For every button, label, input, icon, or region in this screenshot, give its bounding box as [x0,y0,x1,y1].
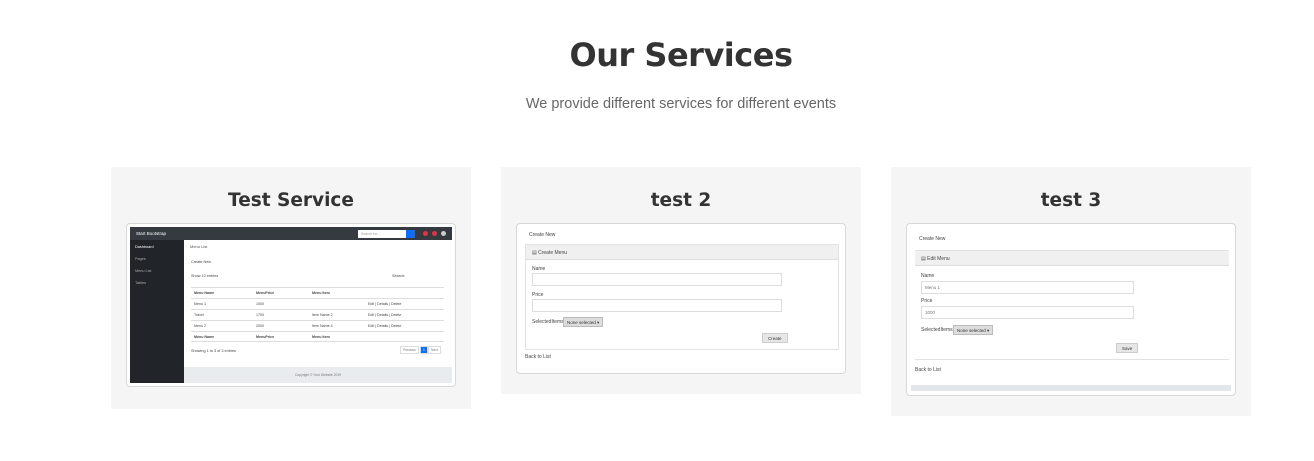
price-field: 1000 [921,306,1134,319]
table-header: Menu Name MenuPrice Menu Item [191,287,444,298]
table-footer: Menu Name MenuPrice Menu Item [191,331,444,342]
name-label: Name [921,273,935,279]
save-button: Save [1116,343,1139,353]
show-entries: Show 10 entries [191,274,219,278]
app-topbar: Start Bootstrap Search for... [130,227,452,240]
sidebar-item: Pages [135,257,146,261]
service-card-2[interactable]: test 2 Create New ▤ Create Menu Name Pri… [501,167,861,394]
table-row: Menu 2 2000 Item Name 4 Edit | Details |… [191,320,444,331]
price-field [532,299,782,312]
sidebar-item: Dashboard [135,245,154,249]
app-sidebar: Dashboard Pages Menu List Tables [130,240,184,383]
name-field: Menu 1 [921,281,1134,294]
create-button: Create [762,333,788,343]
selected-items-label: SelectedItems [921,327,953,333]
selected-items-dropdown: None selected ▾ [563,317,604,327]
service-card-3[interactable]: test 3 Create New ▤ Edit Menu Name Menu … [891,167,1251,416]
app-footer: Copyright © Your Website 2019 [184,367,452,383]
back-to-list-link: Back to List [525,354,551,360]
price-label: Price [532,292,544,298]
name-field [532,273,782,286]
service-screenshot: Create New ▤ Create Menu Name Price Sele… [516,223,846,374]
user-icon [441,231,446,236]
pager-next: Next [428,346,441,354]
form-panel: ▤ Edit Menu Name Menu 1 Price 1000 Selec… [915,250,1229,360]
sidebar-item: Tables [135,281,146,285]
selected-items-dropdown: None selected ▾ [953,325,994,335]
table-search-label: Search: [392,274,406,278]
pager-page: 1 [420,346,428,354]
tab-menu-list: Menu List [190,244,208,249]
app-brand: Start Bootstrap [136,231,167,236]
service-screenshot: Create New ▤ Edit Menu Name Menu 1 Price… [906,223,1236,396]
section-title: Our Services [569,36,793,74]
sidebar-item: Menu List [135,269,152,273]
price-label: Price [921,298,933,304]
service-screenshot: Start Bootstrap Search for... Dashboard … [126,223,456,387]
service-card-1[interactable]: Test Service Start Bootstrap Search for.… [111,167,471,409]
table-row: Menu 1 1000 Edit | Details | Delete [191,298,444,309]
name-label: Name [532,266,546,272]
footer-bar [911,385,1231,391]
form-panel: ▤ Create Menu Name Price SelectedItems N… [525,244,839,350]
bell-icon [423,231,428,236]
service-card-title: test 2 [650,190,712,211]
form-panel-header: ▤ Edit Menu [915,251,1229,266]
search-icon [406,230,415,238]
section-subtitle: We provide different services for differ… [525,96,837,112]
service-card-title: test 3 [1040,190,1102,211]
table-row: Travel 1700 Item Name 2 Edit | Details |… [191,309,444,320]
app-main: Menu List Create New Show 10 entries Sea… [184,240,452,383]
create-new-link: Create New [529,232,556,238]
search-input: Search for... [358,230,406,238]
section-heading: Our Services [0,36,1314,74]
pager-previous: Previous [400,346,419,354]
selected-items-label: SelectedItems [532,319,564,325]
showing-entries: Showing 1 to 3 of 3 entries [191,349,236,353]
create-new-link: Create New [919,236,946,242]
service-card-title: Test Service [228,190,354,211]
form-panel-header: ▤ Create Menu [526,245,838,260]
envelope-icon [432,231,437,236]
back-to-list-link: Back to List [915,367,941,373]
create-new-link: Create New [191,260,212,264]
